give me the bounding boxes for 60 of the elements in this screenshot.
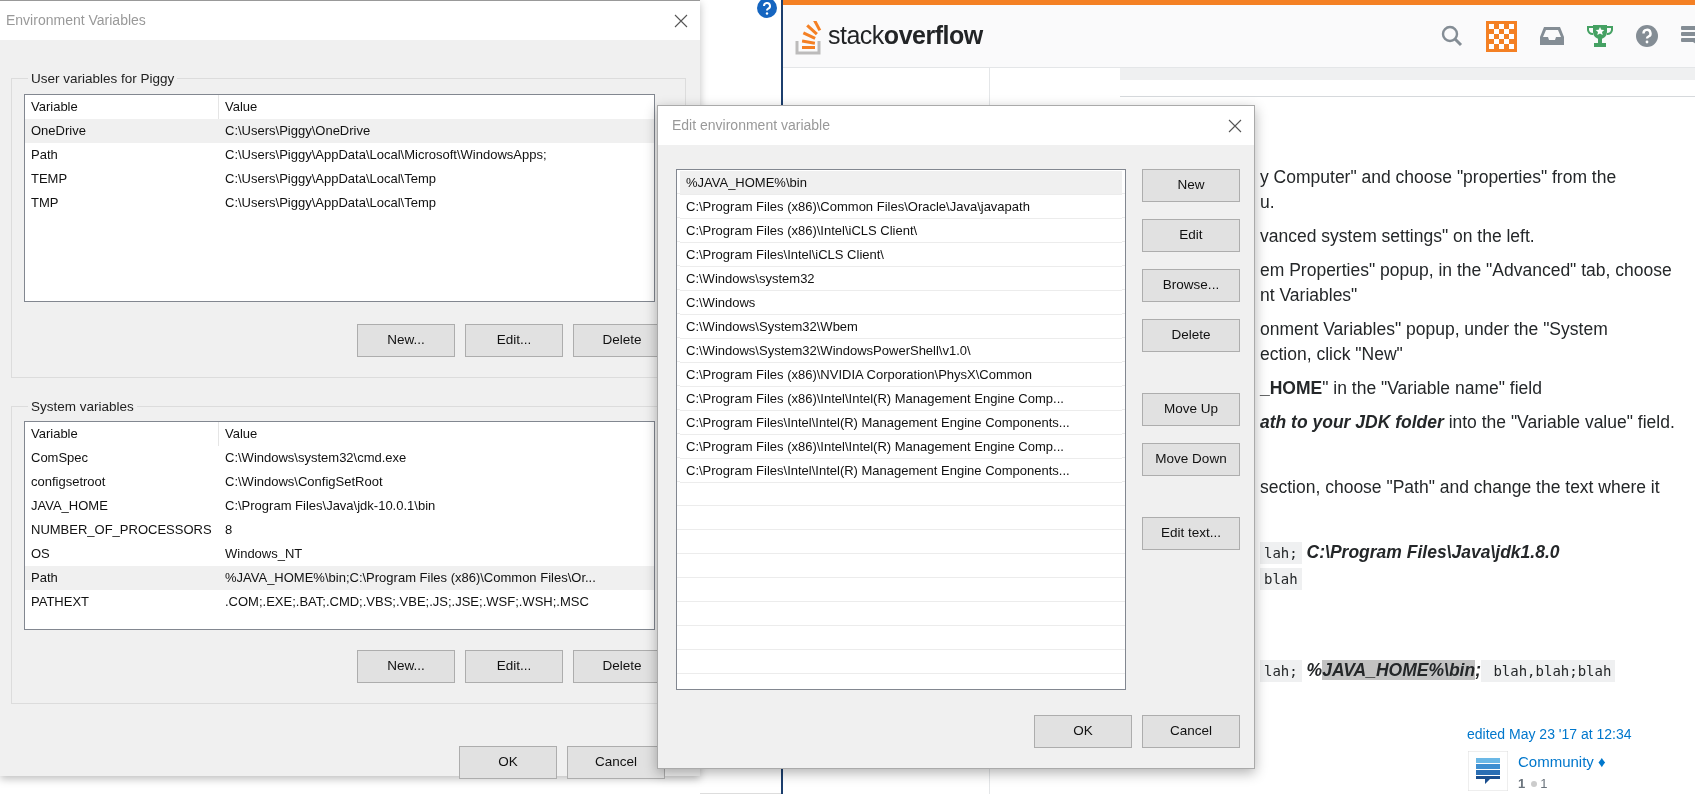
dialog-button[interactable]: Edit <box>1142 219 1240 252</box>
table-row[interactable]: Path C:\Users\Piggy\AppData\Local\Microsoft\WindowsApps; <box>25 142 654 167</box>
answer-text: blah <box>1260 566 1695 592</box>
table-row[interactable]: OS Windows_NT <box>25 542 654 566</box>
answer-text: em Properties" popup, in the "Advanced" tab, choose <box>1260 259 1673 282</box>
column-header[interactable]: Variable <box>25 94 219 119</box>
table-row[interactable]: Path %JAVA_HOME%\bin;C:\Program Files (x86)\Common Files\Or... <box>25 566 654 590</box>
logo-text[interactable]: stackoverflow <box>828 17 983 55</box>
answer-text: ath to your JDK folder into the "Variable value" field. <box>1260 411 1676 434</box>
list-item[interactable]: %JAVA_HOME%\bin <box>680 171 1122 195</box>
search-icon[interactable] <box>1440 24 1464 48</box>
answer-text: section, choose "Path" and change the text where it <box>1260 476 1661 499</box>
trophy-icon[interactable] <box>1587 23 1613 49</box>
answer-text: u. <box>1260 191 1276 214</box>
avatar-icon[interactable] <box>1486 20 1517 52</box>
dialog-button[interactable]: Move Down <box>1142 443 1240 476</box>
user-name-link[interactable]: Community ♦ <box>1518 751 1606 774</box>
answer-text: ection, click "New" <box>1260 343 1404 366</box>
table-row[interactable]: TMP C:\Users\Piggy\AppData\Local\Temp <box>25 190 654 215</box>
dialog-button[interactable]: Edit text... <box>1142 517 1240 550</box>
column-header[interactable]: Variable <box>25 422 219 446</box>
table-row[interactable]: PATHEXT .COM;.EXE;.BAT;.CMD;.VBS;.VBE;.JS;.JSE;.WSF;.WSH;.MSC <box>25 590 654 614</box>
dialog-button[interactable]: New... <box>357 650 455 683</box>
table-row[interactable]: OneDrive C:\Users\Piggy\OneDrive <box>25 118 654 143</box>
group-label: System variables <box>30 399 135 413</box>
answer-text: lah; %JAVA_HOME%\bin; blah,blah;blah <box>1260 658 1695 684</box>
dialog-button[interactable]: Edit... <box>465 323 563 357</box>
answer-text: onment Variables" popup, under the "System <box>1260 318 1609 341</box>
window-title: Environment Variables <box>6 11 146 30</box>
table-row[interactable]: NUMBER_OF_PROCESSORS 8 <box>25 518 654 542</box>
dialog-button[interactable]: Cancel <box>1142 715 1240 748</box>
inbox-icon[interactable] <box>1539 24 1565 48</box>
close-icon[interactable] <box>674 13 688 28</box>
answer-text: lah; C:\Program Files\Java\jdk1.8.0 <box>1260 540 1695 566</box>
column-header[interactable]: Value <box>219 96 258 117</box>
dialog-button[interactable]: Delete <box>1142 319 1240 352</box>
dialog-button[interactable]: Edit... <box>465 650 563 683</box>
dialog-button[interactable]: Move Up <box>1142 393 1240 426</box>
answer-text: nt Variables" <box>1260 284 1359 307</box>
dialog-button[interactable]: Browse... <box>1142 269 1240 302</box>
table-row[interactable]: JAVA_HOME C:\Program Files\Java\jdk-10.0.1\bin <box>25 494 654 518</box>
table-row[interactable]: configsetroot C:\Windows\ConfigSetRoot <box>25 470 654 494</box>
table-row[interactable]: ComSpec C:\Windows\system32\cmd.exe <box>25 446 654 470</box>
answer-text: y Computer" and choose "properties" from the <box>1260 166 1618 189</box>
table-row[interactable]: TEMP C:\Users\Piggy\AppData\Local\Temp <box>25 166 654 191</box>
close-icon[interactable] <box>1228 118 1242 133</box>
dialog-button[interactable]: New <box>1142 169 1240 202</box>
edited-link[interactable]: edited May 23 '17 at 12:34 <box>1467 724 1695 745</box>
answer-text: _HOME" in the "Variable name" field <box>1260 377 1543 400</box>
dialog-button[interactable]: Cancel <box>567 746 665 779</box>
answer-text: vanced system settings" on the left. <box>1260 225 1536 248</box>
help-icon[interactable] <box>757 0 777 17</box>
group-label: User variables for Piggy <box>30 72 176 86</box>
reputation: 1 1 <box>1518 774 1549 793</box>
window-title: Edit environment variable <box>672 116 830 135</box>
dialog-button[interactable]: New... <box>357 323 455 357</box>
help-icon[interactable] <box>1635 24 1659 48</box>
dialog-button[interactable]: OK <box>459 746 557 779</box>
dialog-button[interactable]: OK <box>1034 715 1132 748</box>
column-header[interactable]: Value <box>219 424 258 444</box>
